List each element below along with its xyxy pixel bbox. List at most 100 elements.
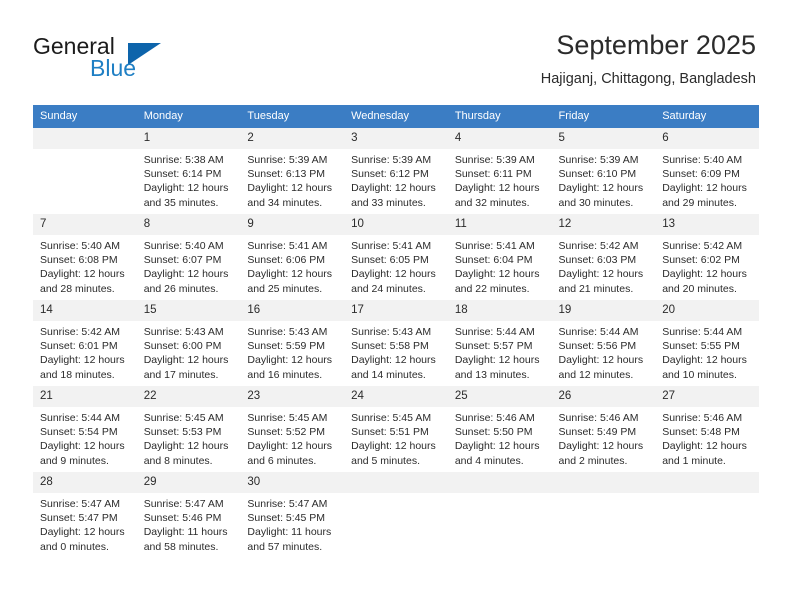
calendar-day[interactable]: 11 Sunrise: 5:41 AM Sunset: 6:04 PM Dayligh… bbox=[447, 214, 552, 295]
calendar-cell: 17 Sunrise: 5:43 AM Sunset: 5:58 PM Dayligh… bbox=[344, 296, 448, 386]
calendar-cell bbox=[344, 468, 448, 550]
day-detail-sunset: Sunset: 5:54 PM bbox=[40, 426, 118, 439]
calendar-cell: 16 Sunrise: 5:43 AM Sunset: 5:59 PM Dayligh… bbox=[240, 296, 345, 386]
calendar-day[interactable]: 13 Sunrise: 5:42 AM Sunset: 6:02 PM Dayligh… bbox=[655, 214, 759, 295]
day-detail-daylight2: and 2 minutes. bbox=[558, 454, 628, 467]
day-detail-sunrise: Sunrise: 5:45 AM bbox=[351, 412, 432, 424]
day-detail-sunset: Sunset: 5:45 PM bbox=[247, 512, 326, 525]
calendar-cell: 23 Sunrise: 5:45 AM Sunset: 5:52 PM Dayligh… bbox=[240, 382, 345, 472]
calendar-day[interactable]: 23 Sunrise: 5:45 AM Sunset: 5:52 PM Dayligh… bbox=[240, 386, 345, 467]
calendar-day[interactable]: 10 Sunrise: 5:41 AM Sunset: 6:05 PM Dayligh… bbox=[344, 214, 448, 295]
calendar-day[interactable]: 9 Sunrise: 5:41 AM Sunset: 6:06 PM Daylight… bbox=[240, 214, 345, 295]
day-detail-daylight2: and 33 minutes. bbox=[351, 196, 426, 209]
calendar-day[interactable]: 27 Sunrise: 5:46 AM Sunset: 5:48 PM Dayligh… bbox=[655, 386, 759, 467]
day-detail-daylight1: Daylight: 11 hours bbox=[247, 526, 332, 539]
calendar-day[interactable]: 12 Sunrise: 5:42 AM Sunset: 6:03 PM Dayligh… bbox=[551, 214, 656, 295]
calendar-day[interactable]: 21 Sunrise: 5:44 AM Sunset: 5:54 PM Dayligh… bbox=[33, 386, 137, 467]
day-details: Sunrise: 5:47 AM Sunset: 5:46 PM Daylight:… bbox=[137, 493, 241, 554]
calendar-cell: 26 Sunrise: 5:46 AM Sunset: 5:49 PM Dayligh… bbox=[551, 382, 656, 472]
day-detail-daylight2: and 32 minutes. bbox=[454, 196, 530, 209]
calendar-day-empty bbox=[33, 128, 137, 206]
day-detail-daylight1: Daylight: 12 hours bbox=[143, 182, 229, 195]
weekday-header-friday: Friday bbox=[551, 105, 656, 128]
day-number: 27 bbox=[655, 386, 759, 407]
calendar-day[interactable]: 22 Sunrise: 5:45 AM Sunset: 5:53 PM Dayligh… bbox=[136, 386, 241, 467]
day-detail-daylight2: and 57 minutes. bbox=[247, 540, 323, 553]
day-detail-sunset: Sunset: 6:04 PM bbox=[454, 254, 533, 267]
calendar-cell: 15 Sunrise: 5:43 AM Sunset: 6:00 PM Dayligh… bbox=[136, 296, 241, 386]
day-detail-daylight2: and 29 minutes. bbox=[662, 196, 737, 209]
day-detail-daylight1: Daylight: 12 hours bbox=[454, 268, 540, 281]
day-detail-sunrise: Sunrise: 5:45 AM bbox=[143, 412, 224, 424]
calendar-day[interactable]: 20 Sunrise: 5:44 AM Sunset: 5:55 PM Dayligh… bbox=[655, 300, 759, 381]
day-detail-sunset: Sunset: 5:49 PM bbox=[558, 426, 637, 439]
day-detail-sunset: Sunset: 5:53 PM bbox=[143, 426, 222, 439]
calendar-cell: 3 Sunrise: 5:39 AM Sunset: 6:12 PM Daylight… bbox=[344, 128, 448, 214]
calendar-day[interactable]: 25 Sunrise: 5:46 AM Sunset: 5:50 PM Dayligh… bbox=[447, 386, 552, 467]
day-number: 23 bbox=[240, 386, 345, 407]
day-detail-sunset: Sunset: 6:02 PM bbox=[662, 254, 740, 267]
calendar-day[interactable]: 4 Sunrise: 5:39 AM Sunset: 6:11 PM Daylight… bbox=[447, 128, 552, 209]
day-detail-daylight1: Daylight: 12 hours bbox=[454, 440, 540, 453]
day-detail-daylight2: and 35 minutes. bbox=[143, 196, 219, 209]
day-detail-sunset: Sunset: 5:57 PM bbox=[454, 340, 533, 353]
day-detail-daylight2: and 18 minutes. bbox=[40, 368, 115, 381]
calendar-day[interactable]: 29 Sunrise: 5:47 AM Sunset: 5:46 PM Dayligh… bbox=[136, 472, 241, 553]
calendar-day[interactable]: 30 Sunrise: 5:47 AM Sunset: 5:45 PM Dayligh… bbox=[240, 472, 345, 553]
day-detail-daylight2: and 8 minutes. bbox=[143, 454, 213, 467]
day-details: Sunrise: 5:40 AM Sunset: 6:08 PM Daylight:… bbox=[33, 235, 137, 296]
day-detail-daylight2: and 1 minute. bbox=[662, 454, 726, 467]
day-detail-sunrise: Sunrise: 5:44 AM bbox=[454, 326, 535, 338]
day-details: Sunrise: 5:44 AM Sunset: 5:54 PM Daylight:… bbox=[33, 407, 137, 468]
day-detail-sunset: Sunset: 5:56 PM bbox=[558, 340, 637, 353]
day-number: 4 bbox=[447, 128, 552, 149]
day-detail-daylight2: and 20 minutes. bbox=[662, 282, 737, 295]
day-detail-sunrise: Sunrise: 5:46 AM bbox=[662, 412, 743, 424]
calendar-day[interactable]: 26 Sunrise: 5:46 AM Sunset: 5:49 PM Dayligh… bbox=[551, 386, 656, 467]
calendar-day[interactable]: 14 Sunrise: 5:42 AM Sunset: 6:01 PM Dayligh… bbox=[33, 300, 137, 381]
calendar-day[interactable]: 19 Sunrise: 5:44 AM Sunset: 5:56 PM Dayligh… bbox=[551, 300, 656, 381]
day-detail-daylight1: Daylight: 12 hours bbox=[558, 268, 644, 281]
day-detail-daylight1: Daylight: 12 hours bbox=[40, 526, 125, 539]
day-details: Sunrise: 5:42 AM Sunset: 6:01 PM Daylight:… bbox=[33, 321, 137, 382]
calendar-day[interactable]: 15 Sunrise: 5:43 AM Sunset: 6:00 PM Dayligh… bbox=[136, 300, 241, 381]
day-detail-daylight1: Daylight: 12 hours bbox=[558, 440, 644, 453]
calendar-day[interactable]: 2 Sunrise: 5:39 AM Sunset: 6:13 PM Daylight… bbox=[240, 128, 345, 209]
calendar-day[interactable]: 16 Sunrise: 5:43 AM Sunset: 5:59 PM Dayligh… bbox=[240, 300, 345, 381]
calendar-day[interactable]: 17 Sunrise: 5:43 AM Sunset: 5:58 PM Dayligh… bbox=[344, 300, 448, 381]
day-number: 20 bbox=[655, 300, 759, 321]
day-detail-daylight2: and 0 minutes. bbox=[40, 540, 109, 553]
weekday-header-monday: Monday bbox=[136, 105, 241, 128]
calendar-day[interactable]: 28 Sunrise: 5:47 AM Sunset: 5:47 PM Dayligh… bbox=[33, 472, 137, 553]
day-detail-daylight2: and 14 minutes. bbox=[351, 368, 426, 381]
day-number: 7 bbox=[33, 214, 137, 235]
day-detail-sunrise: Sunrise: 5:46 AM bbox=[558, 412, 639, 424]
calendar-cell: 20 Sunrise: 5:44 AM Sunset: 5:55 PM Dayligh… bbox=[655, 296, 759, 386]
calendar-day[interactable]: 24 Sunrise: 5:45 AM Sunset: 5:51 PM Dayligh… bbox=[344, 386, 448, 467]
calendar-day[interactable]: 8 Sunrise: 5:40 AM Sunset: 6:07 PM Daylight… bbox=[136, 214, 241, 295]
day-detail-sunset: Sunset: 5:50 PM bbox=[454, 426, 533, 439]
calendar-day[interactable]: 7 Sunrise: 5:40 AM Sunset: 6:08 PM Daylight… bbox=[33, 214, 137, 295]
day-detail-daylight1: Daylight: 12 hours bbox=[662, 354, 747, 367]
day-detail-sunset: Sunset: 6:09 PM bbox=[662, 168, 740, 181]
calendar-day[interactable]: 1 Sunrise: 5:38 AM Sunset: 6:14 PM Daylight… bbox=[136, 128, 241, 209]
day-details: Sunrise: 5:42 AM Sunset: 6:03 PM Daylight:… bbox=[552, 235, 656, 296]
day-detail-daylight2: and 24 minutes. bbox=[351, 282, 426, 295]
calendar-day[interactable]: 3 Sunrise: 5:39 AM Sunset: 6:12 PM Daylight… bbox=[344, 128, 448, 209]
day-details: Sunrise: 5:46 AM Sunset: 5:49 PM Daylight:… bbox=[552, 407, 656, 468]
day-detail-sunset: Sunset: 6:13 PM bbox=[247, 168, 326, 181]
day-detail-daylight2: and 4 minutes. bbox=[454, 454, 524, 467]
day-number: 15 bbox=[136, 300, 241, 321]
calendar-day[interactable]: 6 Sunrise: 5:40 AM Sunset: 6:09 PM Daylight… bbox=[655, 128, 759, 209]
calendar-day[interactable]: 5 Sunrise: 5:39 AM Sunset: 6:10 PM Daylight… bbox=[551, 128, 656, 209]
day-detail-sunrise: Sunrise: 5:42 AM bbox=[558, 240, 639, 252]
day-number: 24 bbox=[344, 386, 448, 407]
day-number: 28 bbox=[33, 472, 137, 493]
day-detail-sunrise: Sunrise: 5:45 AM bbox=[247, 412, 328, 424]
calendar-cell: 6 Sunrise: 5:40 AM Sunset: 6:09 PM Daylight… bbox=[655, 128, 759, 214]
day-detail-sunrise: Sunrise: 5:46 AM bbox=[454, 412, 535, 424]
day-detail-sunset: Sunset: 5:46 PM bbox=[143, 512, 222, 525]
calendar-day-empty bbox=[447, 472, 552, 550]
calendar-day[interactable]: 18 Sunrise: 5:44 AM Sunset: 5:57 PM Dayligh… bbox=[447, 300, 552, 381]
day-detail-sunrise: Sunrise: 5:40 AM bbox=[40, 240, 120, 252]
